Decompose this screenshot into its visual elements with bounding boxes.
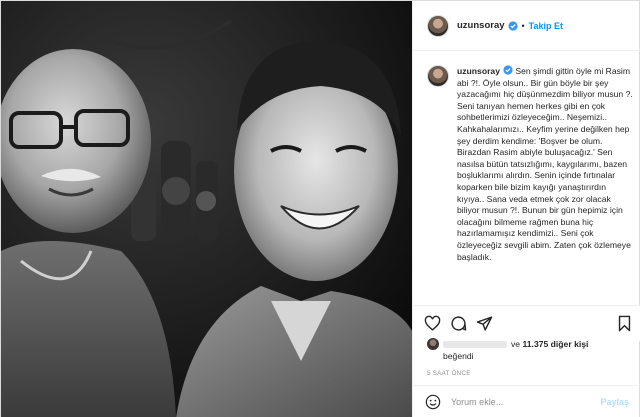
caption-text: Sen şimdi gittin öyle mi Rasim abi ?!. Ö… xyxy=(457,66,633,262)
verified-badge-icon xyxy=(507,20,518,31)
likes-count[interactable]: 11.375 diğer kişi xyxy=(522,338,588,350)
bookmark-icon xyxy=(618,315,630,332)
author-username[interactable]: uzunsoray xyxy=(457,20,505,31)
like-button[interactable] xyxy=(423,315,441,333)
comment-button[interactable] xyxy=(449,315,467,333)
caption-avatar[interactable] xyxy=(427,65,449,87)
selfie-photo xyxy=(1,1,412,417)
smiley-icon[interactable] xyxy=(425,394,441,410)
post-comment-button[interactable]: Paylaş xyxy=(600,397,629,407)
post-timestamp[interactable]: 5 SAAT ÖNCE xyxy=(427,370,471,377)
post-sidebar: uzunsoray • Takip Et uzunsoray Sen şimdi… xyxy=(412,1,640,417)
likes-prefix: ve xyxy=(511,339,521,349)
caption-username[interactable]: uzunsoray xyxy=(457,66,500,76)
action-bar xyxy=(413,305,640,341)
instagram-post: uzunsoray • Takip Et uzunsoray Sen şimdi… xyxy=(0,0,640,417)
verified-badge-icon xyxy=(503,65,513,75)
liker-name-redacted xyxy=(443,340,507,348)
caption-body: uzunsoray Sen şimdi gittin öyle mi Rasim… xyxy=(457,65,633,333)
comment-input[interactable] xyxy=(451,397,581,407)
liker-avatar[interactable] xyxy=(427,338,439,350)
share-button[interactable] xyxy=(475,315,493,333)
post-caption: uzunsoray Sen şimdi gittin öyle mi Rasim… xyxy=(413,51,640,333)
author-avatar[interactable] xyxy=(427,14,449,37)
follow-button[interactable]: Takip Et xyxy=(529,21,563,31)
save-button[interactable] xyxy=(615,315,633,333)
paper-plane-icon xyxy=(476,316,492,331)
likes-suffix: beğendi xyxy=(443,351,474,361)
separator-dot: • xyxy=(521,20,525,31)
comment-form: Paylaş xyxy=(413,385,640,417)
likes-summary: ve 11.375 diğer kişi beğendi xyxy=(427,338,637,362)
heart-icon xyxy=(424,315,440,331)
comment-bubble-icon xyxy=(450,316,466,331)
post-header: uzunsoray • Takip Et xyxy=(413,1,640,51)
post-photo[interactable] xyxy=(1,1,412,417)
